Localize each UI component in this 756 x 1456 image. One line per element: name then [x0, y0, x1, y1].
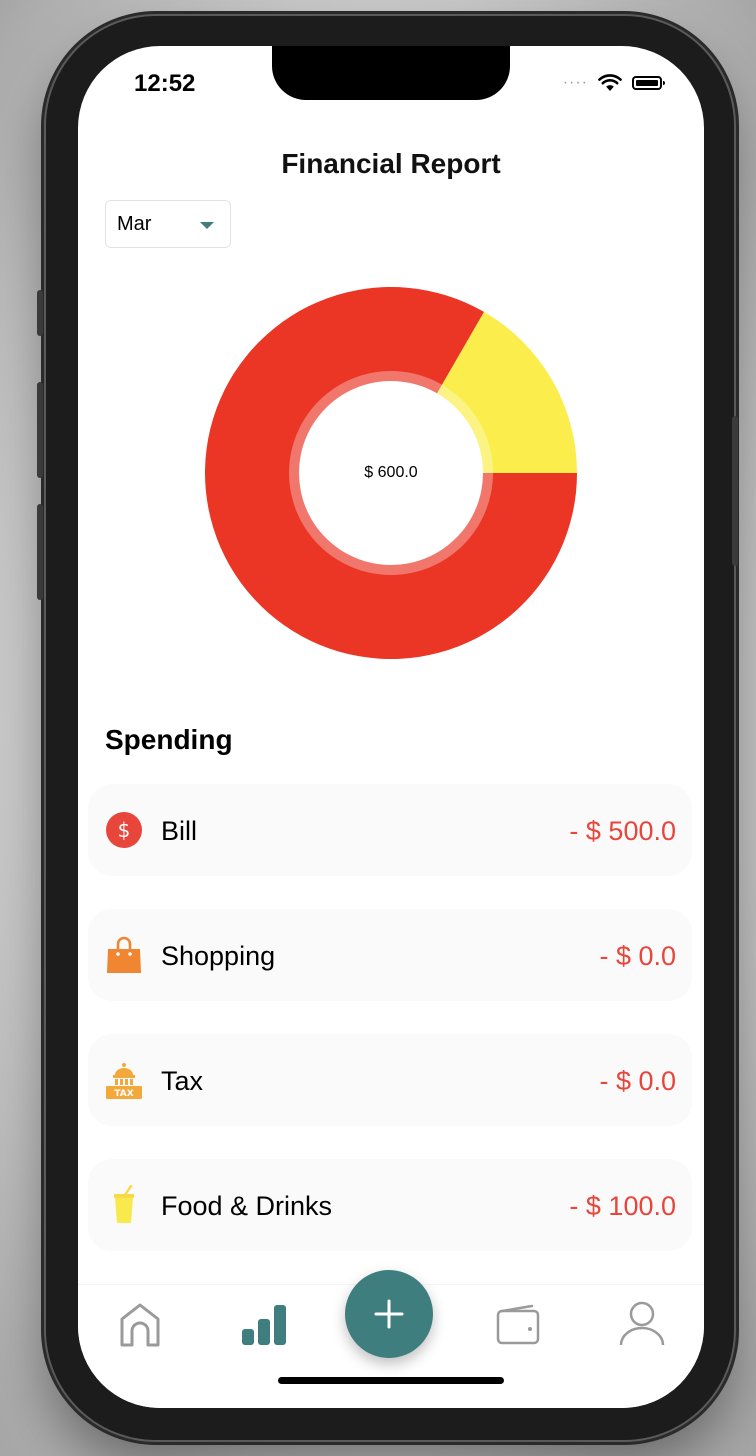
- spending-row-label: Shopping: [161, 941, 276, 971]
- spending-row-bill[interactable]: $ Bill - $ 500.0: [88, 784, 692, 876]
- status-time: 12:52: [134, 70, 196, 97]
- spending-row-amount: - $ 500.0: [569, 816, 676, 846]
- spending-donut-chart: $ 600.0: [205, 287, 577, 659]
- home-icon[interactable]: [116, 1301, 164, 1349]
- spending-row-label: Tax: [161, 1066, 204, 1096]
- wifi-icon: [598, 74, 622, 91]
- spending-row-label: Bill: [161, 816, 198, 846]
- month-dropdown[interactable]: Mar: [105, 200, 231, 248]
- chevron-down-icon: [200, 222, 214, 229]
- mute-switch: [37, 290, 43, 336]
- power-button: [732, 416, 738, 566]
- svg-text:TAX: TAX: [114, 1089, 133, 1099]
- app-screen: 12:52 ···· Financial Report Mar $ 600.0 …: [78, 46, 704, 1408]
- spending-row-label: Food & Drinks: [161, 1191, 333, 1221]
- svg-text:$: $: [118, 818, 131, 842]
- spending-row-tax[interactable]: TAX Tax - $ 0.0: [88, 1034, 692, 1126]
- battery-icon: [632, 76, 665, 90]
- spending-row-amount: - $ 0.0: [599, 941, 676, 971]
- donut-total-label: $ 600.0: [364, 464, 418, 481]
- shopping-bag-icon: [107, 936, 141, 973]
- home-indicator: [278, 1377, 504, 1384]
- spending-row-amount: - $ 0.0: [599, 1066, 676, 1096]
- status-icons: ····: [562, 74, 665, 92]
- drink-cup-icon: [114, 1185, 134, 1223]
- notch: [272, 46, 510, 100]
- add-transaction-button[interactable]: [345, 1270, 433, 1358]
- stats-icon[interactable]: [240, 1301, 288, 1349]
- volume-down-button: [37, 504, 43, 600]
- wallet-icon[interactable]: [494, 1301, 542, 1349]
- spending-row-amount: - $ 100.0: [569, 1191, 676, 1221]
- volume-up-button: [37, 382, 43, 478]
- spending-row-food-drinks[interactable]: Food & Drinks - $ 100.0: [88, 1159, 692, 1251]
- dollar-coin-icon: $: [106, 812, 142, 848]
- cellular-signal-icon: ····: [562, 74, 588, 91]
- spending-title: Spending: [105, 724, 233, 755]
- spending-row-shopping[interactable]: Shopping - $ 0.0: [88, 909, 692, 1001]
- page-title: Financial Report: [281, 148, 501, 179]
- profile-icon[interactable]: [618, 1299, 666, 1347]
- plus-icon: [374, 1299, 404, 1329]
- tax-building-icon: TAX: [106, 1063, 142, 1099]
- month-value: Mar: [117, 212, 152, 235]
